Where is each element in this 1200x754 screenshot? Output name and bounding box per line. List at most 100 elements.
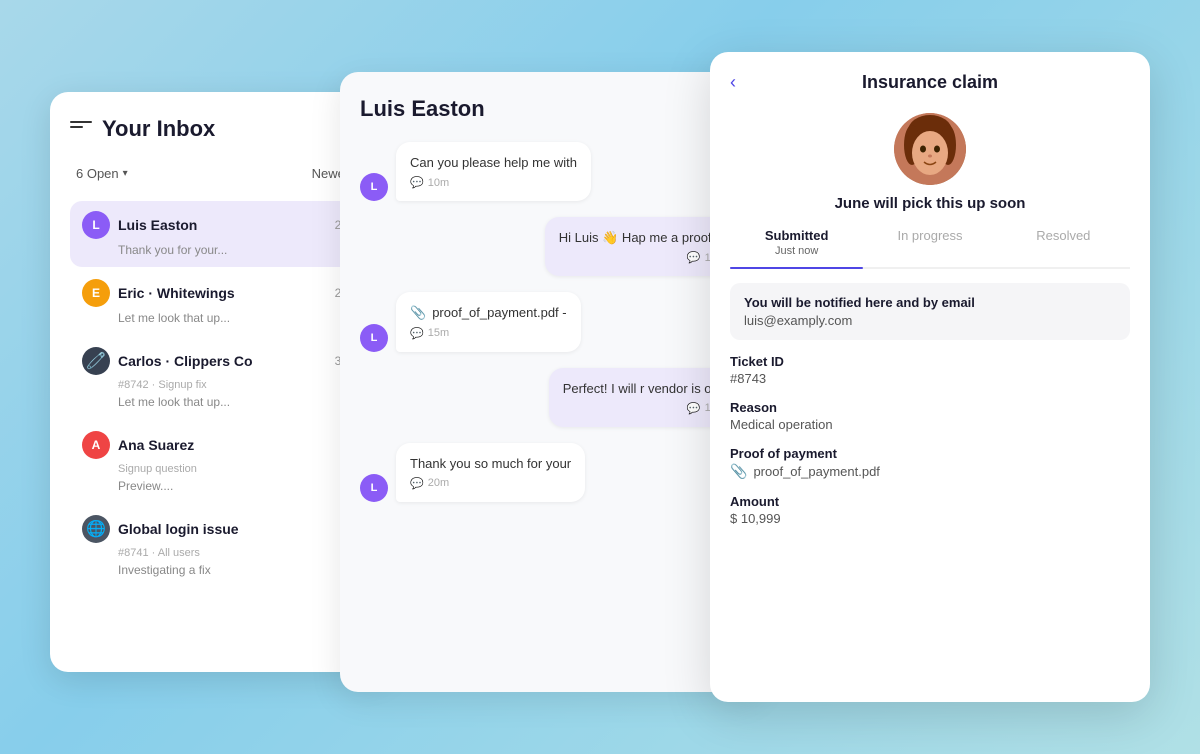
inbox-item-name: Ana Suarez [118, 437, 337, 453]
open-filter-button[interactable]: 6 Open ▾ [70, 162, 134, 185]
tab-submitted-label: Submitted [730, 228, 863, 243]
tab-in-progress-label: In progress [863, 228, 996, 243]
inbox-title: Your Inbox [102, 116, 215, 142]
chat-icon: 💬 [687, 402, 701, 415]
avatar-luis: L [360, 474, 388, 502]
inbox-item-name: Eric · Whitewings [118, 285, 327, 301]
inbox-item-top: L Luis Easton 20m [82, 211, 358, 239]
inbox-item-global[interactable]: 🌐 Global login issue 2h #8741 · All user… [70, 505, 370, 587]
inbox-panel: Your Inbox 6 Open ▾ Newest ▾ L Luis East… [50, 92, 390, 672]
message-text: Thank you so much for your [410, 455, 571, 473]
inbox-item-name: Luis Easton [118, 217, 327, 233]
field-proof-of-payment: Proof of payment 📎 proof_of_payment.pdf [730, 446, 1130, 480]
chat-messages: L Can you please help me with 💬 10m Hi L… [360, 142, 740, 502]
field-reason: Reason Medical operation [730, 400, 1130, 432]
inbox-item-top: 🌐 Global login issue 2h [82, 515, 358, 543]
message-meta: 💬 10m [410, 176, 577, 189]
avatar-luis: L [360, 173, 388, 201]
tab-submitted[interactable]: Submitted Just now [730, 228, 863, 267]
message-row: Hi Luis 👋 Hap me a proof of 💬 10m [360, 217, 740, 276]
message-meta: 💬 15m [410, 327, 567, 340]
reason-value: Medical operation [730, 417, 1130, 432]
detail-panel: ‹ Insurance claim [710, 52, 1150, 702]
inbox-item-sub: #8742 · Signup fix [82, 379, 358, 391]
back-button[interactable]: ‹ [730, 72, 736, 93]
open-filter-label: 6 Open [76, 166, 119, 181]
detail-header: ‹ Insurance claim [710, 52, 1150, 93]
avatar-eric: E [82, 279, 110, 307]
inbox-list: L Luis Easton 20m Thank you for your... … [70, 201, 370, 587]
inbox-item-preview: Thank you for your... [82, 243, 358, 257]
avatar-carlos: 🧷 [82, 347, 110, 375]
notification-email: luis@examply.com [744, 313, 1116, 328]
detail-title: Insurance claim [862, 72, 998, 93]
message-text: Can you please help me with [410, 154, 577, 172]
chat-icon: 💬 [687, 251, 701, 264]
inbox-item-preview: Investigating a fix [82, 563, 358, 577]
field-amount: Amount $ 10,999 [730, 494, 1130, 526]
paperclip-icon: 📎 [410, 305, 426, 321]
inbox-item-top: E Eric · Whitewings 25m [82, 279, 358, 307]
status-tabs: Submitted Just now In progress Resolved [730, 228, 1130, 269]
message-row: Perfect! I will r vendor is one 💬 15m [360, 368, 740, 427]
chat-header: Luis Easton [360, 96, 740, 122]
message-time: 15m [428, 327, 449, 339]
message-meta: 💬 10m [559, 251, 726, 264]
inbox-item-ana[interactable]: A Ana Suarez 1h Signup question Preview.… [70, 421, 370, 503]
message-bubble-received: Thank you so much for your 💬 20m [396, 443, 585, 502]
tab-resolved-label: Resolved [997, 228, 1130, 243]
message-row: L Can you please help me with 💬 10m [360, 142, 740, 201]
inbox-item-carlos[interactable]: 🧷 Carlos · Clippers Co 30m #8742 · Signu… [70, 337, 370, 419]
inbox-item-sub: Signup question [82, 463, 358, 475]
inbox-item-top: A Ana Suarez 1h [82, 431, 358, 459]
field-ticket-id: Ticket ID #8743 [730, 354, 1130, 386]
agent-avatar [894, 113, 966, 185]
avatar-luis: L [82, 211, 110, 239]
tab-in-progress[interactable]: In progress [863, 228, 996, 267]
chat-icon: 💬 [410, 176, 424, 189]
notification-title: You will be notified here and by email [744, 295, 1116, 310]
proof-filename: proof_of_payment.pdf [753, 464, 879, 479]
tab-submitted-time: Just now [730, 245, 863, 257]
avatar-global: 🌐 [82, 515, 110, 543]
message-bubble-received: Can you please help me with 💬 10m [396, 142, 591, 201]
chat-panel: Luis Easton L Can you please help me wit… [340, 72, 760, 692]
chat-icon: 💬 [410, 477, 424, 490]
ui-container: Your Inbox 6 Open ▾ Newest ▾ L Luis East… [50, 52, 1150, 702]
inbox-item-luis[interactable]: L Luis Easton 20m Thank you for your... [70, 201, 370, 267]
chevron-down-icon: ▾ [123, 168, 128, 179]
chat-contact-name: Luis Easton [360, 96, 485, 121]
inbox-item-eric[interactable]: E Eric · Whitewings 25m Let me look that… [70, 269, 370, 335]
message-row: L Thank you so much for your 💬 20m [360, 443, 740, 502]
tab-resolved[interactable]: Resolved [997, 228, 1130, 267]
back-icon: ‹ [730, 72, 736, 92]
agent-name: June will pick this up soon [835, 195, 1026, 212]
inbox-filters: 6 Open ▾ Newest ▾ [70, 162, 370, 185]
proof-value[interactable]: 📎 proof_of_payment.pdf [730, 463, 1130, 480]
notification-box: You will be notified here and by email l… [730, 283, 1130, 340]
message-text: Perfect! I will r vendor is one [563, 380, 726, 398]
inbox-item-top: 🧷 Carlos · Clippers Co 30m [82, 347, 358, 375]
ticket-id-label: Ticket ID [730, 354, 1130, 369]
inbox-item-preview: Preview.... [82, 479, 358, 493]
message-row: L 📎 proof_of_payment.pdf - 💬 15m [360, 292, 740, 351]
amount-value: $ 10,999 [730, 511, 1130, 526]
inbox-item-name: Global login issue [118, 521, 337, 537]
proof-label: Proof of payment [730, 446, 1130, 461]
message-meta: 💬 15m [563, 402, 726, 415]
inbox-item-sub: #8741 · All users [82, 547, 358, 559]
chat-icon: 💬 [410, 327, 424, 340]
amount-label: Amount [730, 494, 1130, 509]
avatar-ana: A [82, 431, 110, 459]
reason-label: Reason [730, 400, 1130, 415]
avatar-luis: L [360, 324, 388, 352]
inbox-header: Your Inbox [70, 116, 370, 142]
attachment-row: 📎 proof_of_payment.pdf - [410, 304, 567, 322]
inbox-item-preview: Let me look that up... [82, 395, 358, 409]
attachment-filename: proof_of_payment.pdf - [432, 304, 566, 322]
sidebar-icon [70, 121, 92, 137]
message-time: 20m [428, 477, 449, 489]
ticket-id-value: #8743 [730, 371, 1130, 386]
agent-section: June will pick this up soon [710, 93, 1150, 212]
message-bubble-attachment: 📎 proof_of_payment.pdf - 💬 15m [396, 292, 581, 351]
